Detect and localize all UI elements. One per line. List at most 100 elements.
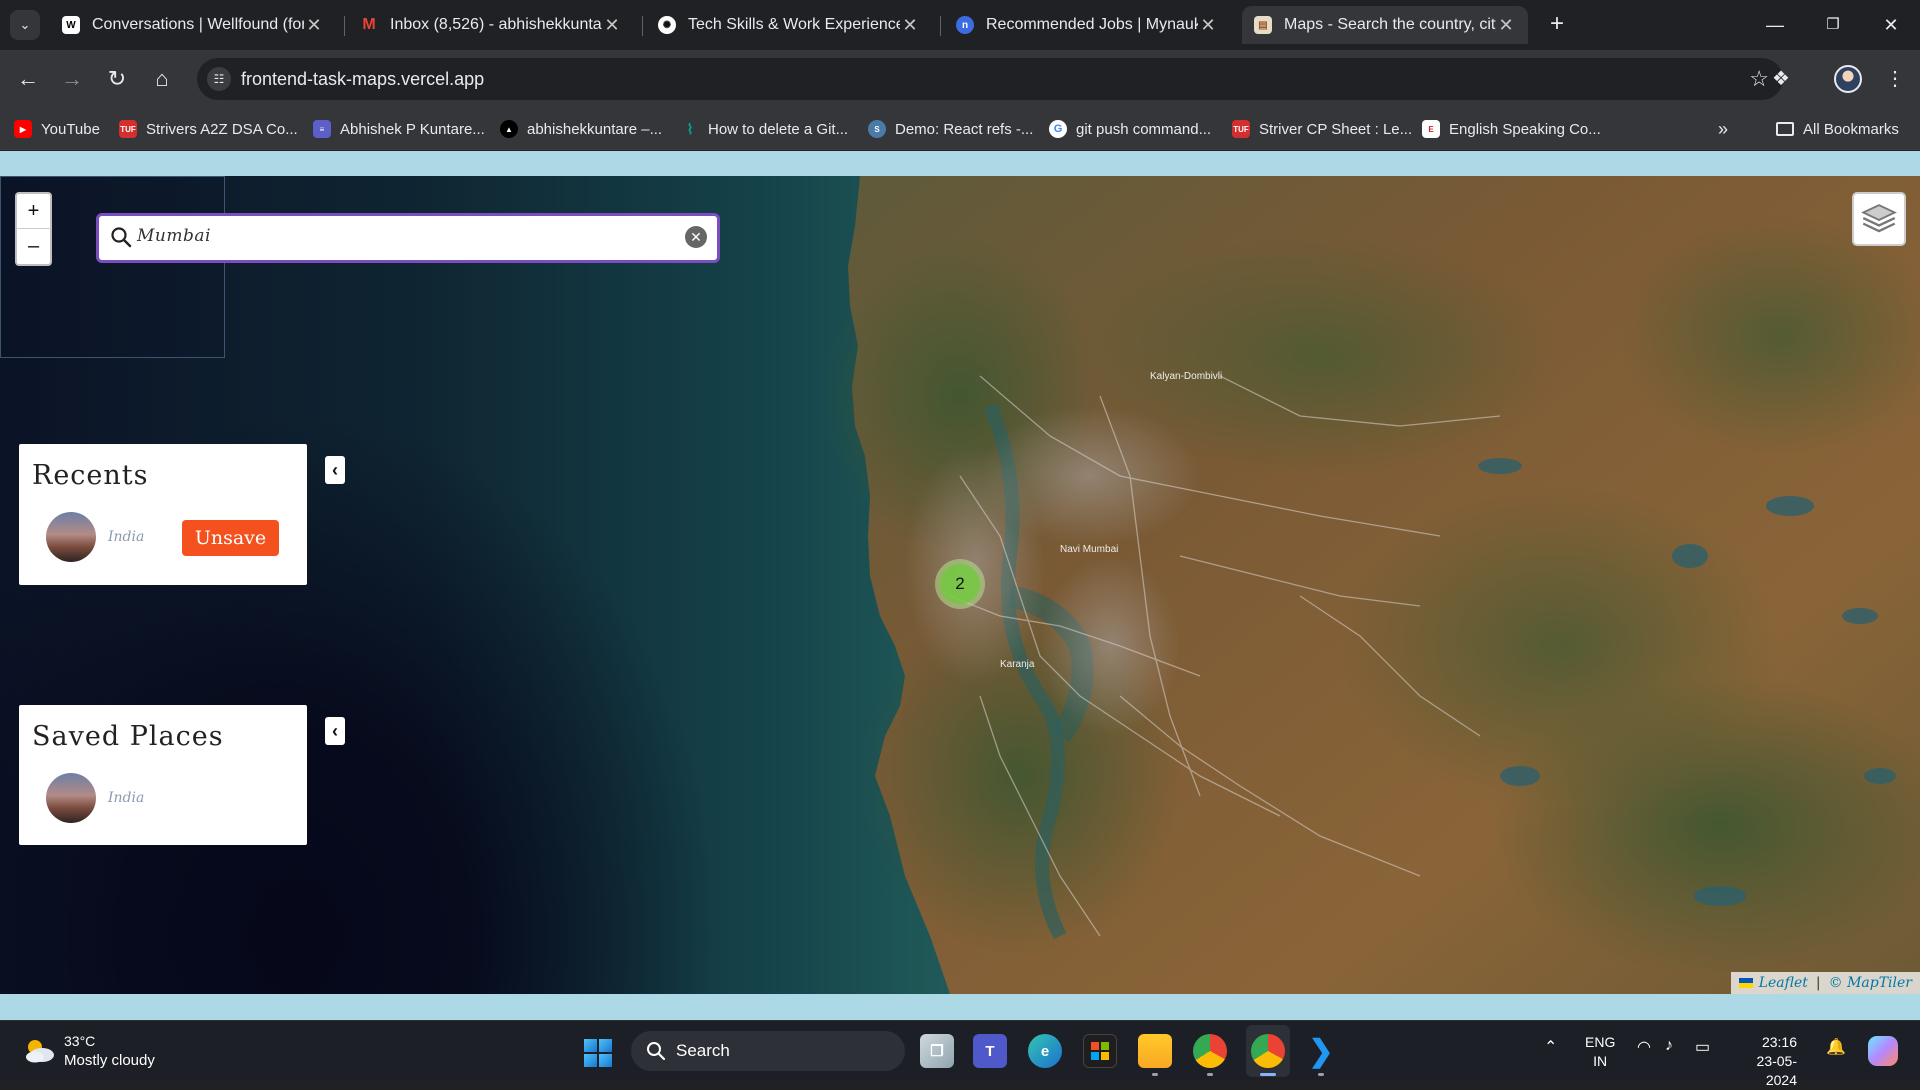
volume-icon[interactable]: ♪	[1665, 1037, 1673, 1055]
tab-title: Tech Skills & Work Experience	[688, 16, 900, 33]
chrome-icon[interactable]	[1193, 1034, 1227, 1076]
notification-bell-icon[interactable]: 🔔	[1826, 1037, 1846, 1057]
map-view[interactable]: Navi Mumbai Kalyan-Dombivli Karanja + – …	[0, 176, 1920, 994]
restore-button[interactable]: ❐	[1810, 10, 1856, 40]
close-tab-icon[interactable]: ✕	[1198, 15, 1218, 36]
more-bookmarks-icon[interactable]: »	[1718, 116, 1728, 142]
search-icon	[111, 227, 132, 248]
vscode-icon[interactable]: ❯	[1304, 1034, 1338, 1076]
edge-icon[interactable]: e	[1028, 1034, 1062, 1068]
teams-icon[interactable]: T	[973, 1034, 1007, 1068]
new-tab-button[interactable]: +	[1543, 11, 1571, 39]
weather-temperature: 33°C	[64, 1033, 96, 1049]
location-search[interactable]: Mumbai ✕	[96, 213, 720, 263]
close-tab-icon[interactable]: ✕	[900, 15, 920, 36]
taskbar-search[interactable]: Search	[631, 1031, 905, 1071]
bookmark-git-push[interactable]: G git push command...	[1049, 116, 1211, 142]
attribution-separator: |	[1815, 975, 1821, 991]
tab-gmail[interactable]: M Inbox (8,526) - abhishekkuntare ✕	[348, 6, 634, 44]
all-bookmarks[interactable]: All Bookmarks	[1776, 116, 1899, 142]
profile-avatar[interactable]	[1834, 65, 1862, 93]
forward-button[interactable]: →	[57, 64, 87, 94]
tab-chatgpt[interactable]: ✺ Tech Skills & Work Experience ✕	[646, 6, 932, 44]
battery-icon[interactable]: ▭	[1695, 1037, 1710, 1057]
bookmark-label: Demo: React refs -...	[895, 120, 1034, 138]
zoom-control: + –	[15, 192, 52, 266]
close-tab-icon[interactable]: ✕	[602, 15, 622, 36]
bookmark-abhishek-kuntare[interactable]: ≡ Abhishek P Kuntare...	[313, 116, 485, 142]
tuf-icon: TUF	[119, 120, 137, 138]
clear-search-icon[interactable]: ✕	[685, 226, 707, 248]
copilot-icon[interactable]	[1868, 1036, 1898, 1066]
vercel-icon: ▲	[500, 120, 518, 138]
tab-separator	[642, 16, 643, 36]
maptiler-link[interactable]: © MapTiler	[1829, 972, 1912, 994]
bookmark-label: Abhishek P Kuntare...	[340, 120, 485, 138]
google-icon: G	[1049, 120, 1067, 138]
map-attribution: Leaflet | © MapTiler	[1730, 972, 1920, 994]
browser-toolbar: ← → ↻ ⌂ ☷ frontend-task-maps.vercel.app …	[0, 50, 1920, 108]
store-logo	[1091, 1042, 1109, 1060]
language-code: ENG	[1585, 1034, 1616, 1050]
recent-place-name[interactable]: India	[108, 529, 144, 545]
search-input[interactable]: Mumbai	[137, 226, 211, 246]
collapse-saved-button[interactable]: ‹	[325, 717, 345, 745]
bookmark-youtube[interactable]: ▶ YouTube	[14, 116, 100, 142]
unsave-button[interactable]: Unsave	[182, 520, 279, 556]
place-avatar	[46, 773, 96, 823]
zoom-in-button[interactable]: +	[17, 194, 50, 229]
home-button[interactable]: ⌂	[147, 64, 177, 94]
tab-title: Conversations | Wellfound (form	[92, 16, 304, 33]
layers-button[interactable]	[1852, 192, 1906, 246]
bookmark-label: YouTube	[41, 120, 100, 138]
store-icon[interactable]	[1083, 1034, 1117, 1068]
tab-title: Maps - Search the country, city	[1284, 16, 1496, 33]
bookmark-label: git push command...	[1076, 120, 1212, 138]
close-tab-icon[interactable]: ✕	[304, 15, 324, 36]
bookmark-striver-cp[interactable]: TUF Striver CP Sheet : Le...	[1232, 116, 1412, 142]
bookmark-strivers-a2z[interactable]: TUF Strivers A2Z DSA Co...	[119, 116, 298, 142]
bookmark-label: All Bookmarks	[1803, 120, 1899, 138]
tab-title: Recommended Jobs | Mynaukri	[986, 16, 1198, 33]
marker-cluster[interactable]: 2	[935, 559, 985, 609]
task-view-icon[interactable]: ❐	[920, 1034, 954, 1068]
windows-logo-pane	[584, 1039, 597, 1052]
start-button[interactable]	[584, 1039, 612, 1067]
zoom-out-button[interactable]: –	[17, 229, 50, 264]
leaflet-link[interactable]: Leaflet	[1759, 972, 1808, 994]
language-indicator[interactable]: ENG IN	[1585, 1033, 1615, 1071]
bookmark-react-refs[interactable]: S Demo: React refs -...	[868, 116, 1033, 142]
file-explorer-icon[interactable]	[1138, 1034, 1172, 1076]
menu-icon[interactable]: ⋮	[1880, 64, 1910, 94]
close-window-button[interactable]: ✕	[1868, 10, 1914, 40]
extensions-icon[interactable]: ❖	[1766, 64, 1796, 94]
bookmark-label: English Speaking Co...	[1449, 120, 1601, 138]
chrome-active-icon[interactable]	[1251, 1034, 1285, 1076]
tab-separator	[344, 16, 345, 36]
weather-cloudy-icon[interactable]	[22, 1035, 56, 1065]
wifi-icon[interactable]: ◠	[1637, 1037, 1651, 1057]
bookmark-vercel[interactable]: ▲ abhishekkuntare –...	[500, 116, 662, 142]
minimize-button[interactable]: —	[1752, 10, 1798, 40]
site-info-icon[interactable]: ☷	[207, 67, 231, 91]
back-button[interactable]: ←	[13, 64, 43, 94]
collapse-recents-button[interactable]: ‹	[325, 456, 345, 484]
saved-place-name[interactable]: India	[108, 790, 144, 806]
chatgpt-icon: ✺	[658, 16, 676, 34]
bookmark-delete-git[interactable]: ⌇ How to delete a Git...	[681, 116, 849, 142]
system-clock[interactable]: 23:16 23-05-2024	[1733, 1033, 1797, 1090]
tab-wellfound[interactable]: W Conversations | Wellfound (form ✕	[50, 6, 336, 44]
bookmark-english-speaking[interactable]: E English Speaking Co...	[1422, 116, 1601, 142]
bookmark-label: How to delete a Git...	[708, 120, 849, 138]
taskbar-search-label: Search	[676, 1041, 730, 1060]
close-tab-icon[interactable]: ✕	[1496, 15, 1516, 36]
page-viewport: Navi Mumbai Kalyan-Dombivli Karanja + – …	[0, 151, 1920, 1020]
address-bar[interactable]: ☷ frontend-task-maps.vercel.app ☆	[197, 58, 1783, 100]
reload-button[interactable]: ↻	[102, 64, 132, 94]
map-label-kalyan: Kalyan-Dombivli	[1150, 371, 1222, 382]
tab-maps[interactable]: ▤ Maps - Search the country, city ✕	[1242, 6, 1528, 44]
store-logo-pane	[1091, 1042, 1099, 1050]
tab-search-button[interactable]: ⌄	[10, 10, 40, 40]
tab-naukri[interactable]: n Recommended Jobs | Mynaukri ✕	[944, 6, 1230, 44]
show-hidden-icons[interactable]: ⌃	[1544, 1037, 1557, 1057]
